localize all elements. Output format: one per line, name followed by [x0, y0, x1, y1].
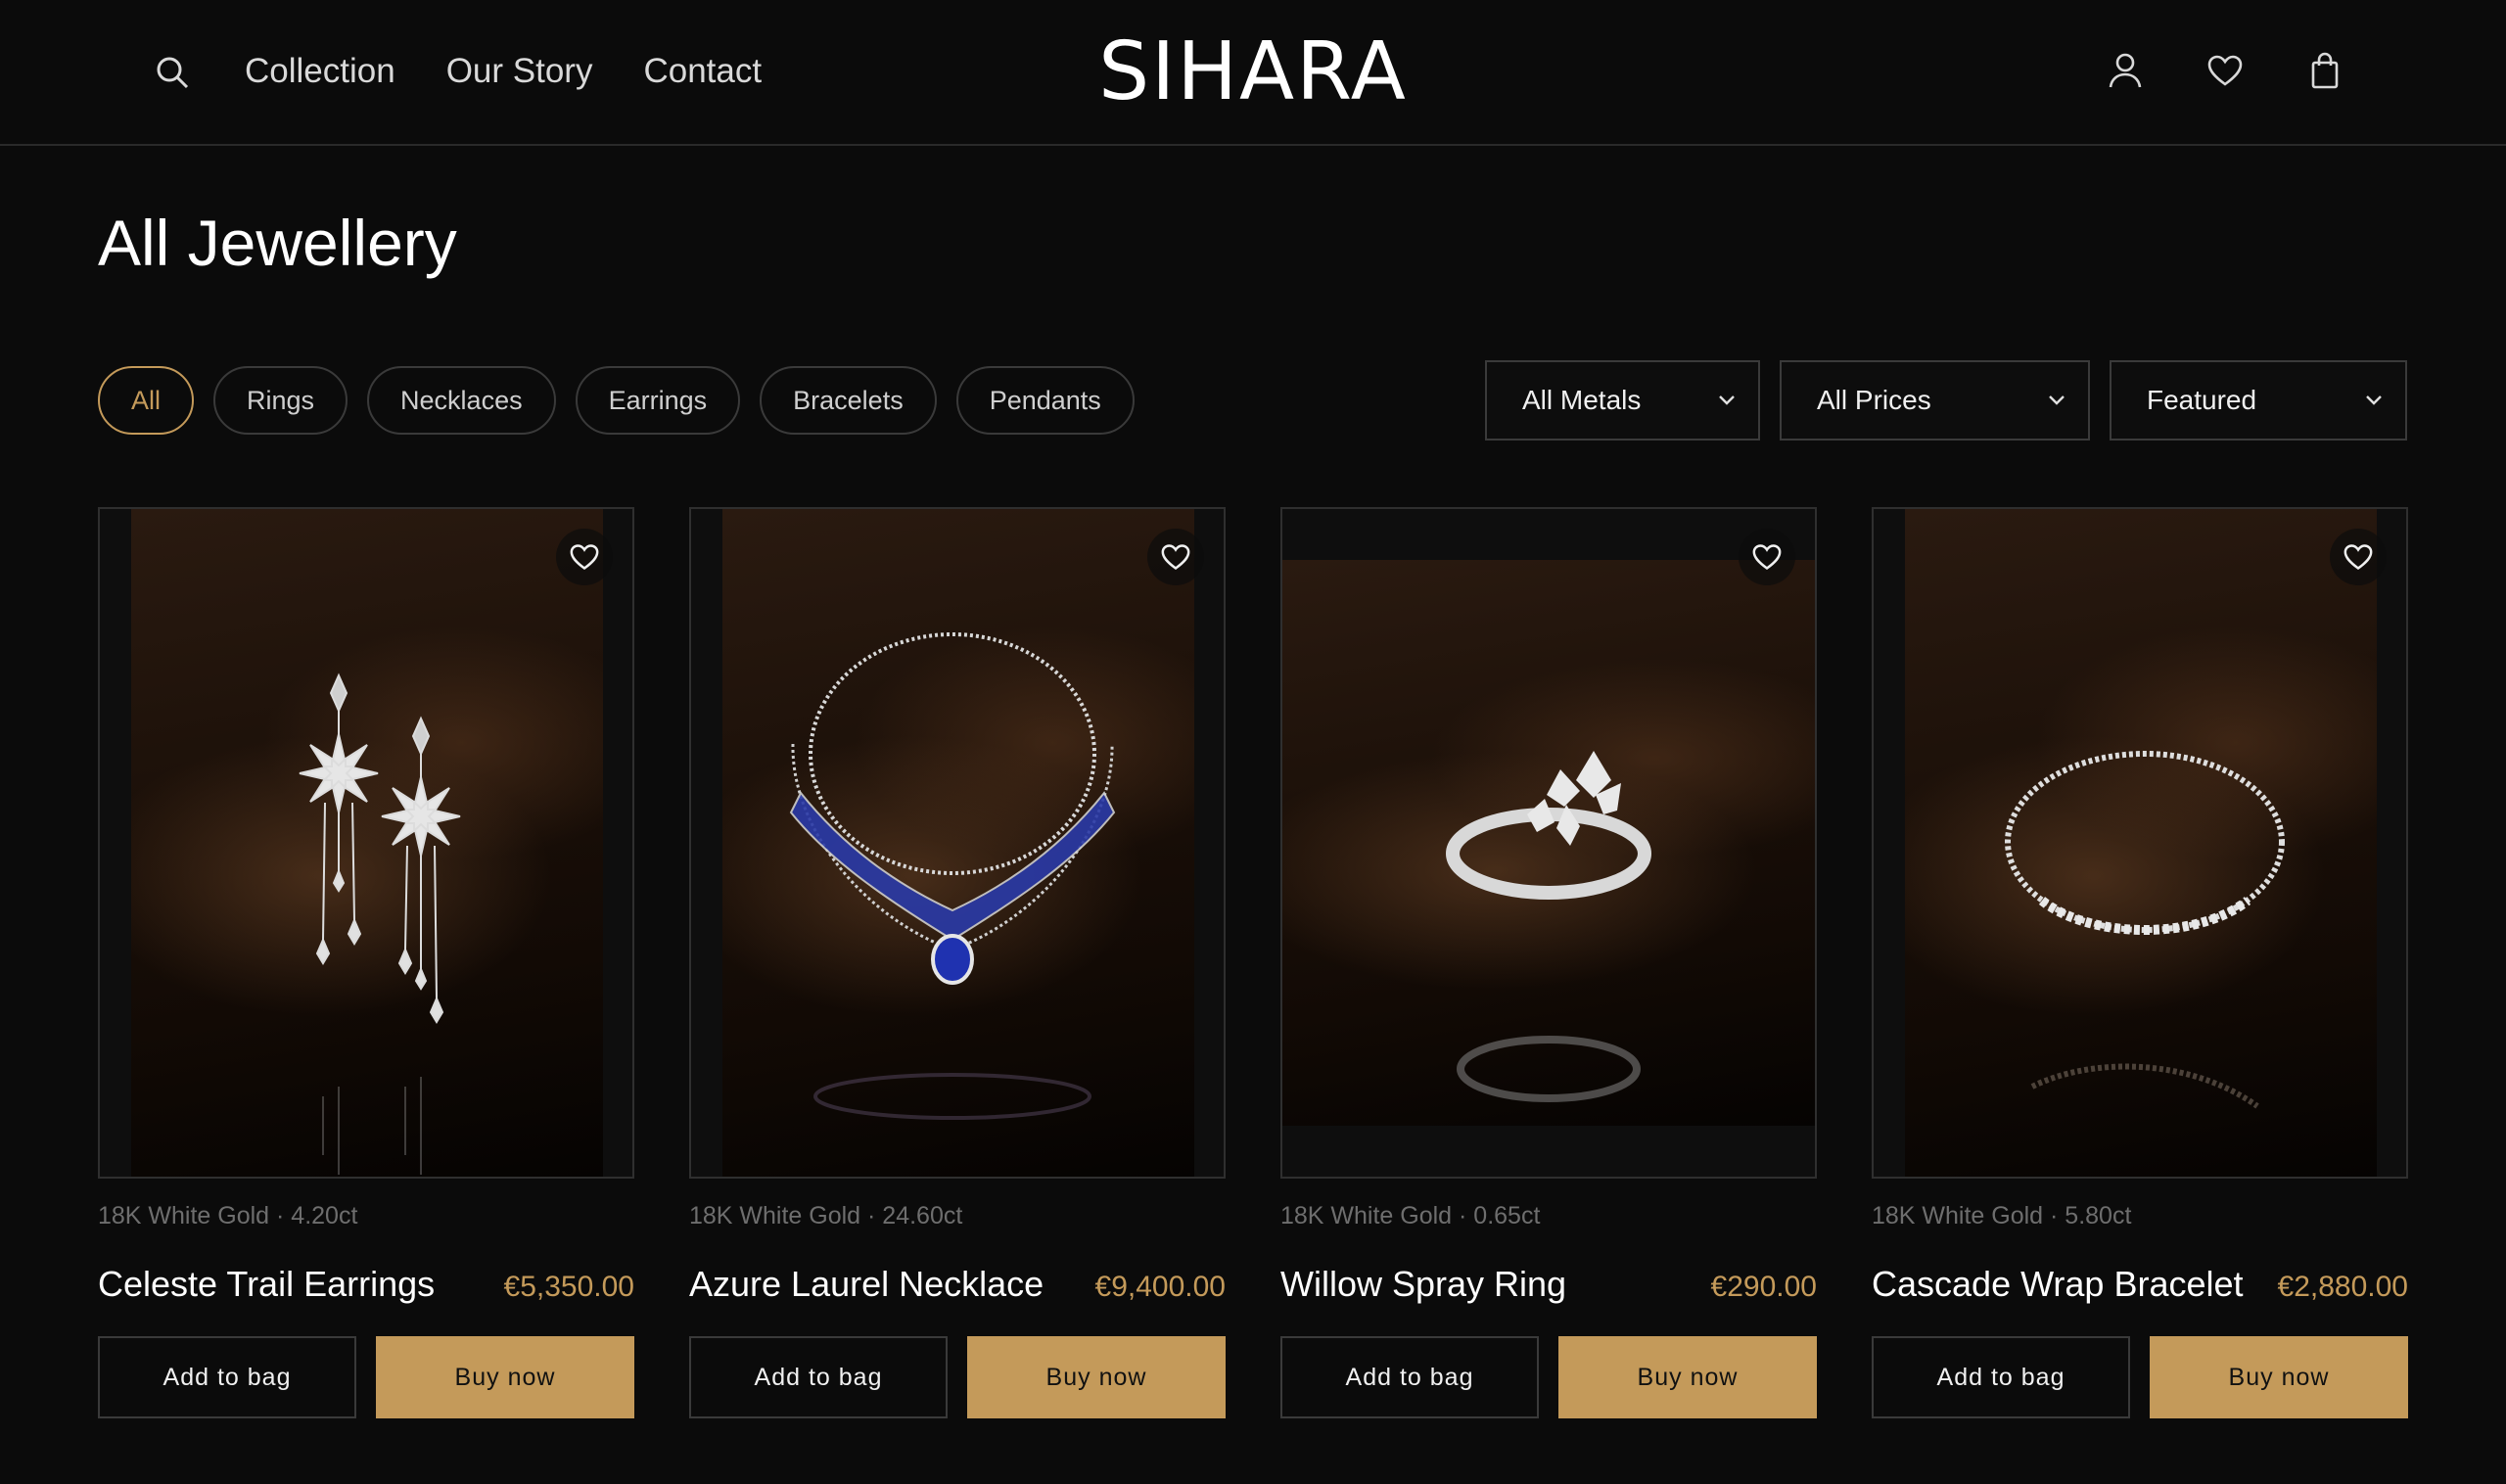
wishlist-icon[interactable] [1147, 529, 1204, 585]
product-actions: Add to bag Buy now [689, 1336, 1226, 1418]
filter-chip-pendants[interactable]: Pendants [955, 366, 1135, 435]
product-price: €9,400.00 [1094, 1271, 1226, 1303]
product-price: €290.00 [1710, 1271, 1817, 1303]
product-name[interactable]: Cascade Wrap Bracelet [1872, 1263, 2244, 1306]
product-meta: 18K White Gold · 24.60ct [689, 1202, 963, 1229]
product-image [1905, 509, 2377, 1177]
product-image [722, 509, 1194, 1177]
product-name[interactable]: Azure Laurel Necklace [689, 1263, 1044, 1306]
product-meta: 18K White Gold · 0.65ct [1280, 1202, 1541, 1229]
buy-now-button[interactable]: Buy now [2150, 1336, 2408, 1418]
wishlist-icon[interactable] [1739, 529, 1795, 585]
price-select-value: All Prices [1817, 385, 1931, 415]
main-nav: Collection Our Story Contact [245, 47, 762, 96]
product-name-row: Willow Spray Ring €290.00 [1280, 1263, 1817, 1307]
metal-select[interactable]: All Metals [1485, 360, 1760, 441]
sort-select-value: Featured [2147, 385, 2257, 415]
search-icon[interactable] [155, 55, 190, 90]
product-card: 18K White Gold · 24.60ct Azure Laurel Ne… [689, 507, 1226, 1418]
nav-collection[interactable]: Collection [245, 47, 395, 96]
product-name-row: Azure Laurel Necklace €9,400.00 [689, 1263, 1226, 1307]
product-image-frame[interactable] [689, 507, 1226, 1179]
chevron-down-icon [2366, 395, 2382, 405]
buy-now-button[interactable]: Buy now [967, 1336, 1226, 1418]
product-image [131, 509, 603, 1177]
filter-chip-necklaces[interactable]: Necklaces [367, 366, 556, 435]
header-actions [2107, 49, 2344, 92]
product-name-row: Cascade Wrap Bracelet €2,880.00 [1872, 1263, 2408, 1307]
product-name[interactable]: Celeste Trail Earrings [98, 1263, 435, 1306]
product-meta: 18K White Gold · 4.20ct [98, 1202, 358, 1229]
product-actions: Add to bag Buy now [1280, 1336, 1817, 1418]
account-icon[interactable] [2107, 49, 2144, 92]
product-name[interactable]: Willow Spray Ring [1280, 1263, 1566, 1306]
product-image-frame[interactable] [98, 507, 634, 1179]
wishlist-icon[interactable] [2330, 529, 2387, 585]
filter-selects: All Metals All Prices Featured [1485, 360, 2407, 441]
product-image-frame[interactable] [1872, 507, 2408, 1179]
product-actions: Add to bag Buy now [98, 1336, 634, 1418]
nav-contact[interactable]: Contact [643, 47, 762, 96]
brand-logo[interactable]: SIHARA [1057, 23, 1449, 121]
nav-our-story[interactable]: Our Story [446, 47, 593, 96]
chevron-down-icon [2049, 395, 2065, 405]
add-to-bag-button[interactable]: Add to bag [98, 1336, 356, 1418]
wishlist-icon[interactable] [2206, 49, 2244, 92]
site-header: Collection Our Story Contact SIHARA [0, 0, 2506, 146]
wishlist-icon[interactable] [556, 529, 613, 585]
metal-select-value: All Metals [1522, 385, 1642, 415]
bag-icon[interactable] [2306, 49, 2344, 92]
add-to-bag-button[interactable]: Add to bag [1872, 1336, 2130, 1418]
filter-chip-bracelets[interactable]: Bracelets [760, 366, 937, 435]
product-card: 18K White Gold · 4.20ct Celeste Trail Ea… [98, 507, 634, 1418]
page-title: All Jewellery [98, 207, 457, 279]
chevron-down-icon [1719, 395, 1735, 405]
filter-chip-all[interactable]: All [98, 366, 195, 435]
product-card: 18K White Gold · 0.65ct Willow Spray Rin… [1280, 507, 1817, 1418]
product-image-frame[interactable] [1280, 507, 1817, 1179]
product-grid: 18K White Gold · 4.20ct Celeste Trail Ea… [98, 507, 2408, 1418]
filter-chip-rings[interactable]: Rings [213, 366, 348, 435]
add-to-bag-button[interactable]: Add to bag [689, 1336, 948, 1418]
price-select[interactable]: All Prices [1780, 360, 2090, 441]
product-card: 18K White Gold · 5.80ct Cascade Wrap Bra… [1872, 507, 2408, 1418]
product-price: €2,880.00 [2277, 1271, 2408, 1303]
product-name-row: Celeste Trail Earrings €5,350.00 [98, 1263, 634, 1307]
add-to-bag-button[interactable]: Add to bag [1280, 1336, 1539, 1418]
product-meta: 18K White Gold · 5.80ct [1872, 1202, 2132, 1229]
product-actions: Add to bag Buy now [1872, 1336, 2408, 1418]
product-image [1282, 560, 1815, 1126]
sort-select[interactable]: Featured [2110, 360, 2407, 441]
buy-now-button[interactable]: Buy now [1558, 1336, 1817, 1418]
category-filter: All Rings Necklaces Earrings Bracelets P… [98, 366, 1135, 435]
filter-chip-earrings[interactable]: Earrings [575, 366, 741, 435]
product-price: €5,350.00 [503, 1271, 634, 1303]
buy-now-button[interactable]: Buy now [376, 1336, 634, 1418]
